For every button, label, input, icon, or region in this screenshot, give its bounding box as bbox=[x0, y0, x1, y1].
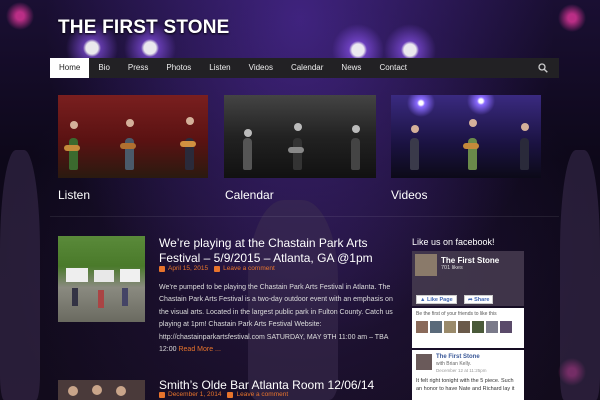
nav-item-press[interactable]: Press bbox=[119, 58, 157, 78]
read-more-link[interactable]: Read More ... bbox=[178, 346, 220, 353]
post-date[interactable]: April 15, 2015 bbox=[168, 265, 208, 272]
calendar-thumbnail[interactable] bbox=[224, 95, 376, 178]
facebook-likes-count: 701 likes bbox=[441, 265, 463, 271]
facebook-widget-heading: Like us on facebook! bbox=[412, 237, 495, 247]
facebook-post-text: It felt right tonight with the 5 piece. … bbox=[416, 378, 515, 392]
nav-item-contact[interactable]: Contact bbox=[370, 58, 416, 78]
facebook-page-plugin: The First Stone 701 likes ▲ Like Page ➦ … bbox=[412, 251, 524, 400]
facebook-like-button[interactable]: ▲ Like Page bbox=[416, 295, 457, 304]
widget-label-calendar[interactable]: Calendar bbox=[225, 188, 274, 202]
comment-icon bbox=[227, 391, 234, 398]
friend-avatar[interactable] bbox=[416, 321, 428, 333]
post-meta: April 15, 2015 Leave a comment bbox=[159, 265, 275, 272]
widget-label-listen[interactable]: Listen bbox=[58, 188, 90, 202]
leave-comment-link[interactable]: Leave a comment bbox=[223, 265, 275, 272]
videos-thumbnail[interactable] bbox=[391, 95, 541, 178]
comment-icon bbox=[214, 265, 221, 272]
facebook-friends-box: Be the first of your friends to like thi… bbox=[412, 308, 524, 348]
facebook-post-avatar[interactable] bbox=[416, 354, 432, 370]
facebook-post-with[interactable]: with Brian Kelly. bbox=[436, 361, 471, 367]
post-meta-2: December 1, 2014 Leave a comment bbox=[159, 391, 288, 398]
facebook-share-label: Share bbox=[474, 297, 490, 303]
leave-comment-link-2[interactable]: Leave a comment bbox=[236, 391, 288, 398]
post-thumbnail-2[interactable] bbox=[58, 380, 145, 400]
nav-item-news[interactable]: News bbox=[332, 58, 370, 78]
post-title[interactable]: We’re playing at the Chastain Park Arts … bbox=[159, 236, 399, 266]
facebook-like-label: Like Page bbox=[426, 297, 453, 303]
share-icon: ➦ bbox=[468, 297, 473, 303]
post-date-2[interactable]: December 1, 2014 bbox=[168, 391, 221, 398]
calendar-icon bbox=[159, 265, 165, 272]
friend-avatar[interactable] bbox=[486, 321, 498, 333]
post-thumbnail[interactable] bbox=[58, 236, 145, 322]
friend-avatar[interactable] bbox=[444, 321, 456, 333]
nav-item-calendar[interactable]: Calendar bbox=[282, 58, 332, 78]
facebook-post-author[interactable]: The First Stone bbox=[436, 354, 480, 360]
facebook-friends-text: Be the first of your friends to like thi… bbox=[416, 311, 497, 317]
nav-item-listen[interactable]: Listen bbox=[200, 58, 239, 78]
nav-item-home[interactable]: Home bbox=[50, 58, 90, 78]
widget-label-videos[interactable]: Videos bbox=[391, 188, 427, 202]
site-title[interactable]: The First Stone bbox=[58, 17, 230, 39]
friend-avatar[interactable] bbox=[430, 321, 442, 333]
post-excerpt-text: We’re pumped to be playing the Chastain … bbox=[159, 284, 393, 354]
facebook-post: The First Stone with Brian Kelly. Decemb… bbox=[412, 350, 524, 400]
main-navbar: Home Bio Press Photos Listen Videos Cale… bbox=[50, 58, 559, 78]
facebook-page-name[interactable]: The First Stone bbox=[441, 256, 499, 265]
section-divider bbox=[50, 216, 559, 217]
facebook-cover[interactable]: The First Stone 701 likes ▲ Like Page ➦ … bbox=[412, 251, 524, 306]
nav-item-bio[interactable]: Bio bbox=[89, 58, 119, 78]
thumbs-up-icon: ▲ bbox=[420, 297, 426, 303]
nav-item-photos[interactable]: Photos bbox=[157, 58, 200, 78]
search-icon[interactable] bbox=[538, 63, 548, 73]
nav-item-videos[interactable]: Videos bbox=[240, 58, 282, 78]
facebook-post-date[interactable]: December 12 at 11:25pm bbox=[436, 368, 486, 373]
friend-avatar[interactable] bbox=[500, 321, 512, 333]
listen-thumbnail[interactable] bbox=[58, 95, 208, 178]
post-excerpt: We’re pumped to be playing the Chastain … bbox=[159, 282, 397, 356]
friend-avatar[interactable] bbox=[472, 321, 484, 333]
post-title-2[interactable]: Smith’s Olde Bar Atlanta Room 12/06/14 bbox=[159, 378, 374, 392]
facebook-page-avatar[interactable] bbox=[415, 254, 437, 276]
friend-avatar[interactable] bbox=[458, 321, 470, 333]
facebook-share-button[interactable]: ➦ Share bbox=[464, 295, 494, 304]
calendar-icon bbox=[159, 391, 165, 398]
